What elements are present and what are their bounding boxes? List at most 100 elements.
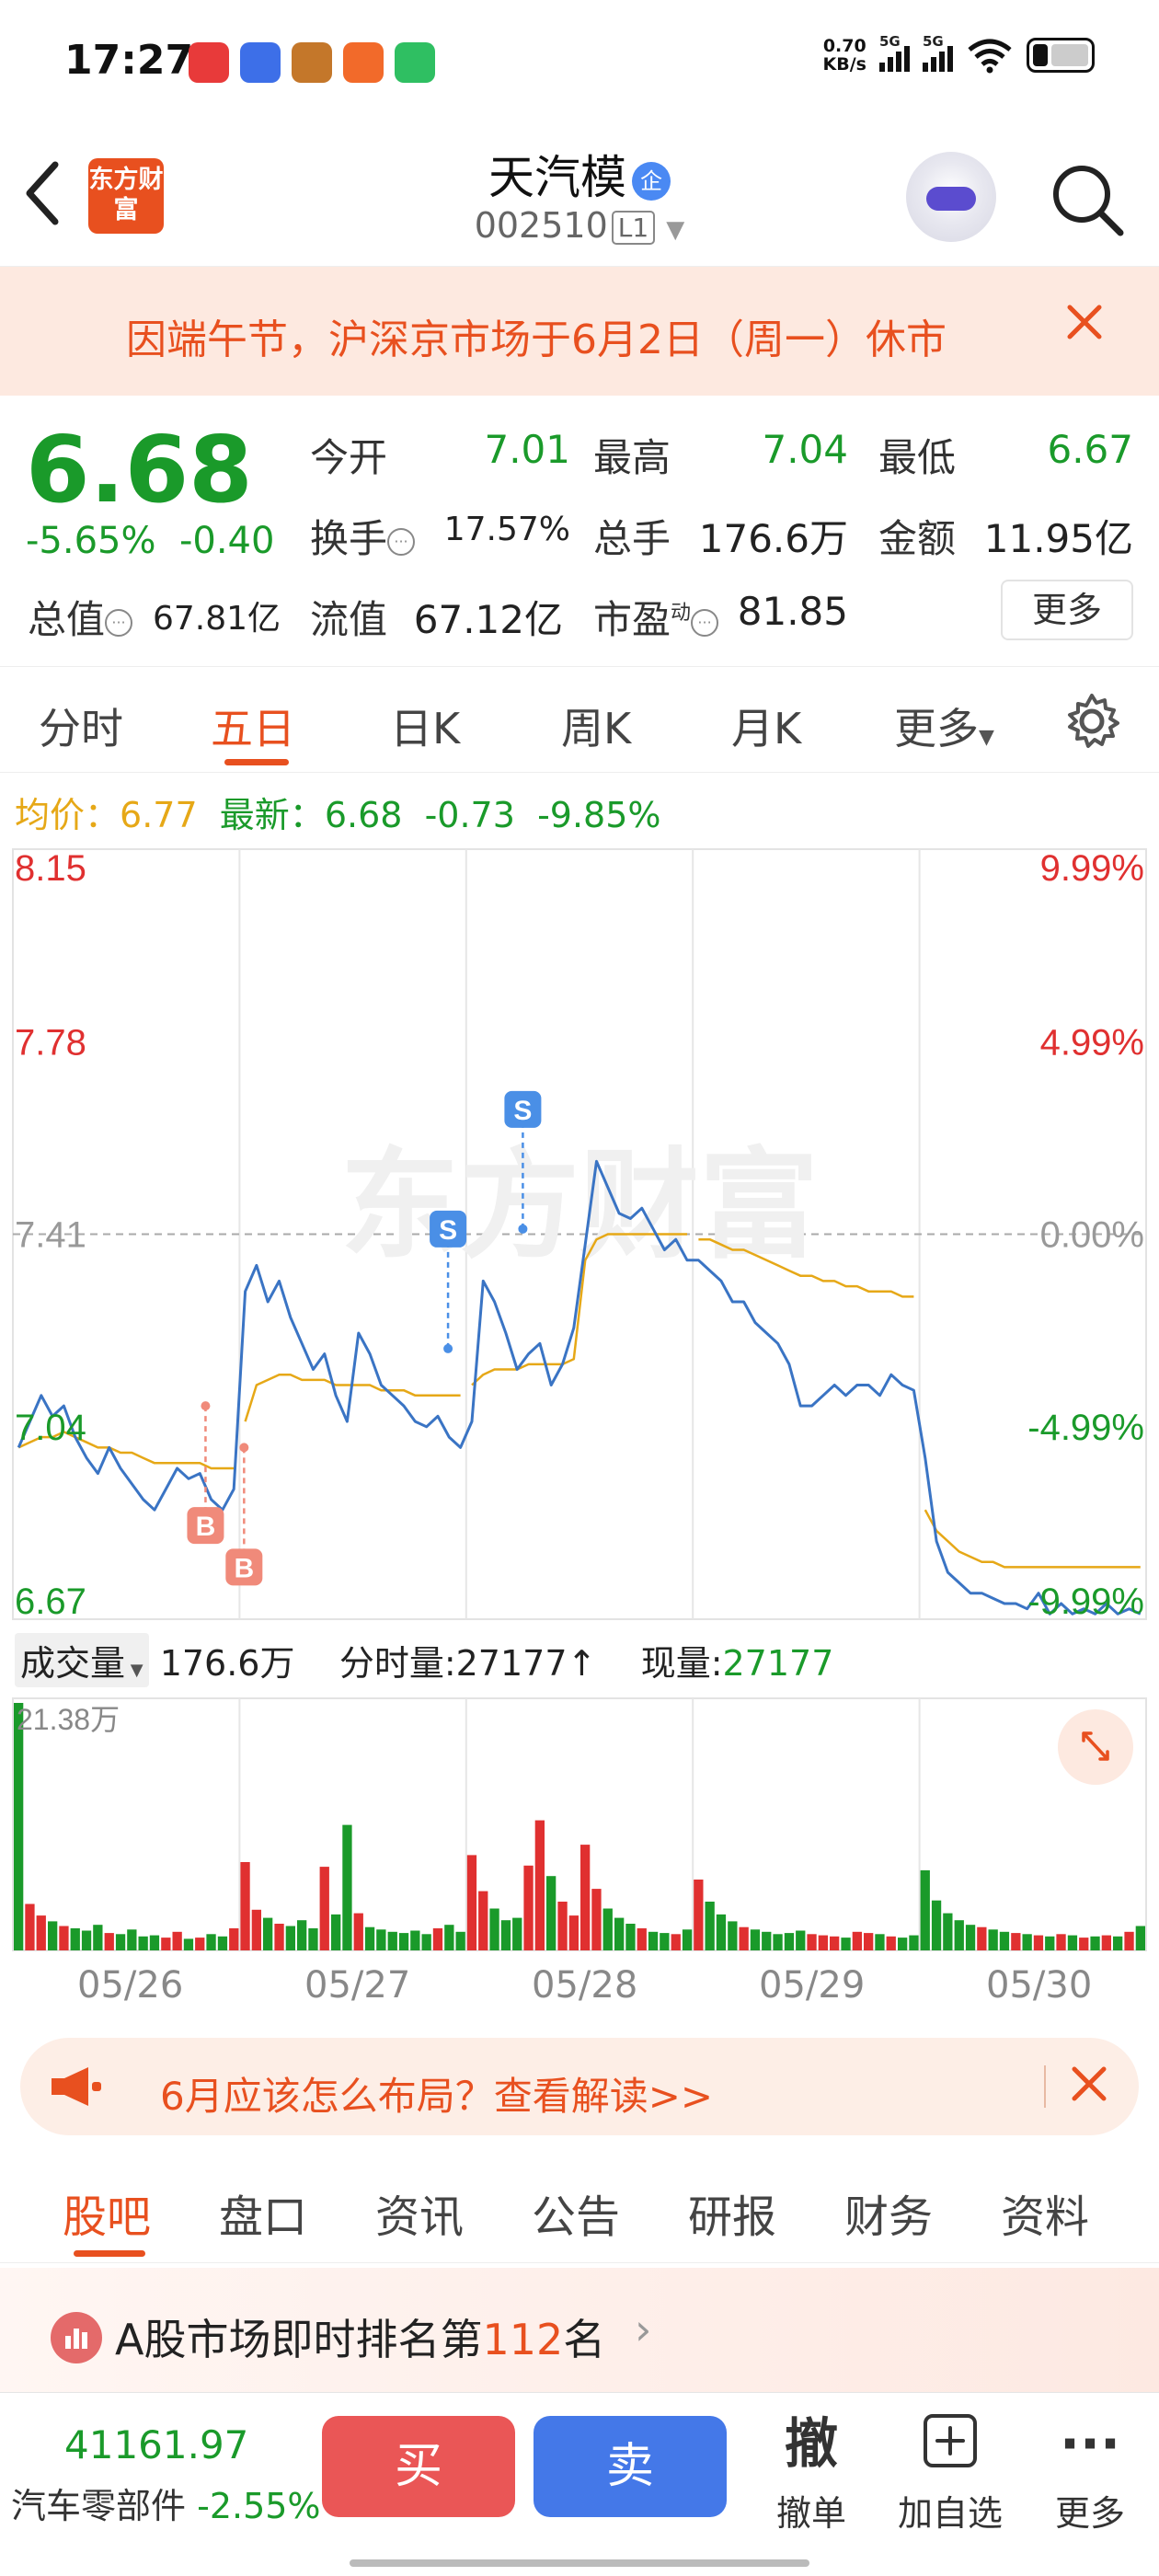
notification-icons	[189, 42, 435, 83]
tab-monthly-k[interactable]: 月K	[731, 696, 801, 756]
info-icon[interactable]: ···	[691, 608, 719, 637]
volume-bar	[852, 1931, 862, 1950]
add-square-icon	[890, 2411, 1010, 2476]
volume-bar	[331, 1914, 341, 1950]
volume-bar	[920, 1869, 930, 1950]
float-cap-label: 流值	[310, 597, 388, 642]
bottom-action-bar: 41161.97 汽车零部件 -2.55% 买 卖 撤 撤单 加自选 ··· 更…	[0, 2392, 1159, 2576]
volume-bar	[48, 1921, 58, 1950]
volume-bar	[1045, 1936, 1055, 1950]
active-tab-underline	[74, 2250, 145, 2257]
turnover-value: 17.57%	[443, 511, 570, 548]
status-time: 17:27	[64, 37, 194, 84]
tab-profile[interactable]: 资料	[1001, 2180, 1089, 2245]
caret-down-icon: ▼	[125, 1661, 143, 1680]
tab-research[interactable]: 研报	[688, 2180, 776, 2245]
volume-bar	[274, 1924, 284, 1950]
volume-bar	[784, 1933, 795, 1950]
add-watchlist-button[interactable]: 加自选	[890, 2411, 1010, 2536]
chart-settings-button[interactable]	[1062, 692, 1121, 754]
volume-bar	[716, 1914, 727, 1950]
info-icon[interactable]: ···	[105, 608, 133, 637]
status-bar: 17:27 0.70 KB/s 5G 5G	[0, 0, 1159, 124]
tab-guba[interactable]: 股吧	[63, 2180, 151, 2245]
home-indicator	[350, 2559, 809, 2567]
more-quote-button[interactable]: 更多	[1001, 580, 1133, 640]
volume-bar	[830, 1936, 840, 1950]
volume-bar	[1101, 1935, 1111, 1950]
tab-pankou[interactable]: 盘口	[219, 2180, 307, 2245]
tab-finance[interactable]: 财务	[844, 2180, 933, 2245]
active-tab-underline	[224, 759, 289, 765]
tab-news[interactable]: 资讯	[375, 2180, 464, 2245]
y-tick-pct-label: 0.00%	[1040, 1215, 1144, 1256]
sector-index-name[interactable]: 汽车零部件 -2.55%	[11, 2478, 321, 2528]
volume-bar	[580, 1845, 591, 1950]
volume-bar	[1033, 1935, 1044, 1950]
trade-marker-dot	[443, 1343, 453, 1353]
expand-chart-button[interactable]	[1058, 1709, 1133, 1785]
trade-marker-label: S	[513, 1096, 532, 1126]
volume-bar	[614, 1917, 625, 1950]
y-tick-label: 6.67	[15, 1581, 86, 1622]
tab-announcements[interactable]: 公告	[532, 2180, 620, 2245]
volume-bar	[637, 1928, 647, 1950]
volume-bar	[694, 1880, 704, 1950]
buy-button[interactable]: 买	[322, 2416, 515, 2517]
market-rank-bar[interactable]: A股市场即时排名第112名 ›	[0, 2268, 1159, 2406]
volume-value: 176.6万	[698, 516, 848, 561]
open-label: 今开	[310, 435, 388, 480]
volume-bar	[251, 1909, 261, 1950]
volume-bar	[660, 1933, 670, 1950]
volume-bar	[512, 1917, 522, 1950]
volume-bar	[546, 1876, 557, 1950]
five-day-price-chart[interactable]: 东方财富 BBSS 8.15 9.99%7.78 4.99%7.41 0.00%7.0…	[0, 842, 1159, 1628]
volume-bar	[93, 1925, 103, 1950]
sell-button[interactable]: 卖	[534, 2416, 727, 2517]
volume-bar	[773, 1934, 783, 1950]
quote-panel: 6.68 -5.65% -0.40 今开 7.01 最高 7.04 最低 6.6…	[0, 396, 1159, 667]
search-button[interactable]	[1049, 161, 1126, 242]
trade-marker-label: B	[196, 1512, 216, 1542]
y-tick-pct-label: 4.99%	[1040, 1022, 1144, 1063]
volume-bar	[432, 1928, 443, 1950]
cancel-order-button[interactable]: 撤 撤单	[752, 2411, 871, 2536]
notice-close-button[interactable]	[1064, 299, 1105, 354]
volume-bar	[138, 1936, 148, 1950]
volume-bar	[954, 1920, 964, 1950]
sector-index-value[interactable]: 41161.97	[64, 2422, 248, 2467]
volume-chart[interactable]: 21.38万	[0, 1693, 1159, 1955]
volume-bar	[864, 1933, 874, 1950]
assistant-robot-icon[interactable]	[906, 152, 996, 242]
enterprise-badge: 企	[632, 161, 671, 201]
phone-notification-icon	[395, 42, 435, 83]
volume-bar	[59, 1926, 69, 1950]
info-icon[interactable]: ···	[387, 527, 416, 556]
volume-bar	[398, 1933, 409, 1950]
promo-banner[interactable]: 6月应该怎么布局？查看解读>>	[20, 2038, 1139, 2135]
more-menu-button[interactable]: ··· 更多	[1030, 2411, 1150, 2536]
volume-bar	[444, 1925, 454, 1950]
pe-label: 市盈动 ···	[593, 589, 719, 645]
tab-five-day[interactable]: 五日	[211, 696, 295, 756]
volume-bar	[602, 1908, 613, 1950]
signal-5g-icon: 5G	[879, 33, 910, 72]
promo-close-button[interactable]	[1069, 2056, 1109, 2123]
y-tick-pct-label: -9.99%	[1027, 1581, 1144, 1622]
tab-more[interactable]: 更多▼	[894, 696, 994, 756]
volume-bar	[308, 1928, 318, 1950]
volume-indicator-dropdown[interactable]: 成交量 ▼	[15, 1633, 149, 1687]
volume-bar	[943, 1913, 953, 1950]
volume-bar	[1090, 1936, 1100, 1950]
mktcap-label: 总值 ···	[28, 589, 133, 645]
volume-bar	[263, 1917, 273, 1950]
volume-bar	[557, 1902, 568, 1950]
volume-bar	[965, 1925, 976, 1950]
volume-bar	[172, 1931, 182, 1950]
tab-daily-k[interactable]: 日K	[390, 696, 460, 756]
volume-label: 总手	[593, 516, 671, 561]
tab-weekly-k[interactable]: 周K	[561, 696, 631, 756]
rank-text: A股市场即时排名第112名	[115, 2315, 606, 2364]
tab-intraday[interactable]: 分时	[39, 696, 123, 756]
turnover-label: 换手 ···	[310, 508, 416, 564]
